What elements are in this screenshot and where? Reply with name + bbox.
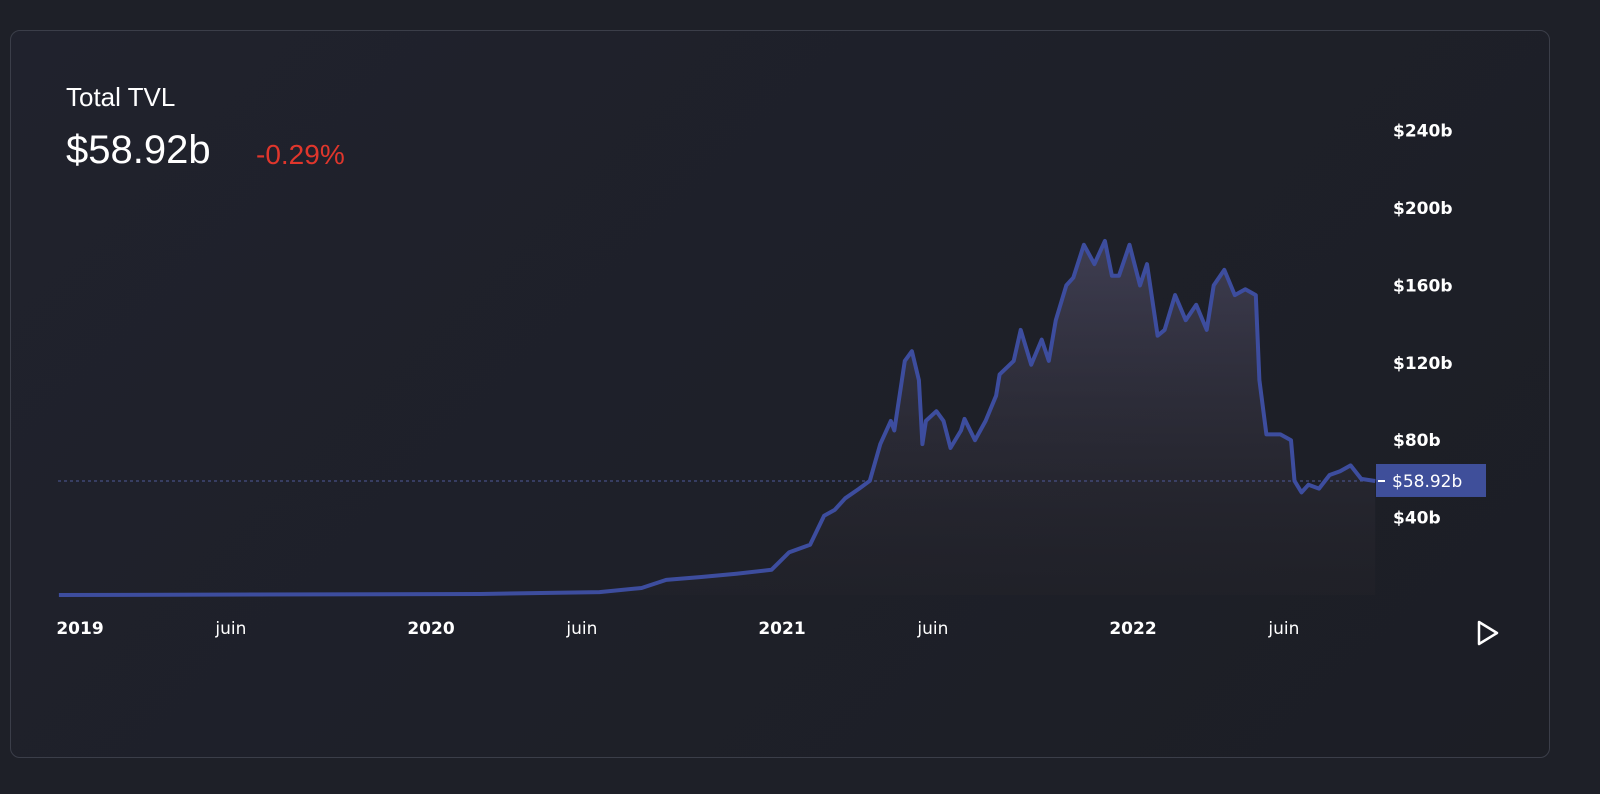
x-tick-label: 2021 — [758, 619, 805, 639]
y-tick-label: $160b — [1393, 276, 1452, 296]
x-tick-label: 2019 — [56, 619, 103, 639]
x-tick-label: juin — [565, 619, 597, 639]
play-icon[interactable] — [1477, 620, 1499, 646]
area-fill — [58, 240, 1376, 595]
x-tick-label: 2020 — [407, 619, 454, 639]
tvl-chart[interactable]: $58.92b $40b $80b $120b $160b $200b $240b 2019 j… — [0, 0, 1600, 794]
y-tick-label: $240b — [1393, 122, 1452, 142]
x-tick-label: juin — [1267, 619, 1299, 639]
y-tick-label: $200b — [1393, 199, 1452, 219]
x-tick-label: 2022 — [1109, 619, 1156, 639]
current-value-label: $58.92b — [1392, 472, 1462, 492]
y-tick-label: $120b — [1393, 354, 1452, 374]
y-tick-label: $80b — [1393, 431, 1441, 451]
play-button[interactable] — [1477, 620, 1499, 646]
x-tick-label: juin — [214, 619, 246, 639]
y-tick-label: $40b — [1393, 509, 1441, 529]
x-tick-label: juin — [916, 619, 948, 639]
